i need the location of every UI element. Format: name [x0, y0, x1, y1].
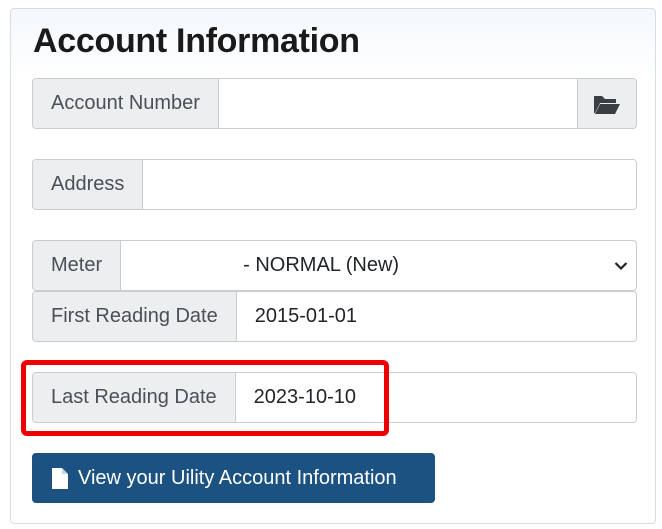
meter-selected-value: - NORMAL (New): [243, 254, 400, 276]
meter-select[interactable]: - NORMAL (New): [121, 241, 636, 290]
highlight-box: [21, 360, 389, 436]
file-icon: [52, 467, 68, 489]
account-number-group: Account Number: [32, 78, 637, 129]
page-title: Account Information: [33, 22, 360, 60]
first-reading-date-label: First Reading Date: [33, 292, 237, 341]
address-label: Address: [33, 160, 144, 209]
view-utility-account-button[interactable]: View your Uility Account Information: [32, 453, 435, 503]
view-button-label: View your Uility Account Information: [78, 466, 397, 489]
account-number-input[interactable]: [218, 79, 577, 128]
folder-open-icon: [594, 95, 620, 114]
meter-group: Meter - NORMAL (New): [32, 240, 637, 291]
first-reading-date-field[interactable]: 2015-01-01: [236, 292, 636, 341]
address-group: Address: [32, 159, 637, 210]
meter-label: Meter: [33, 241, 122, 290]
address-input[interactable]: [143, 160, 636, 209]
first-reading-date-group: First Reading Date 2015-01-01: [32, 291, 637, 342]
chevron-down-icon: [614, 261, 628, 270]
account-number-label: Account Number: [33, 79, 219, 128]
browse-account-button[interactable]: [577, 79, 636, 128]
